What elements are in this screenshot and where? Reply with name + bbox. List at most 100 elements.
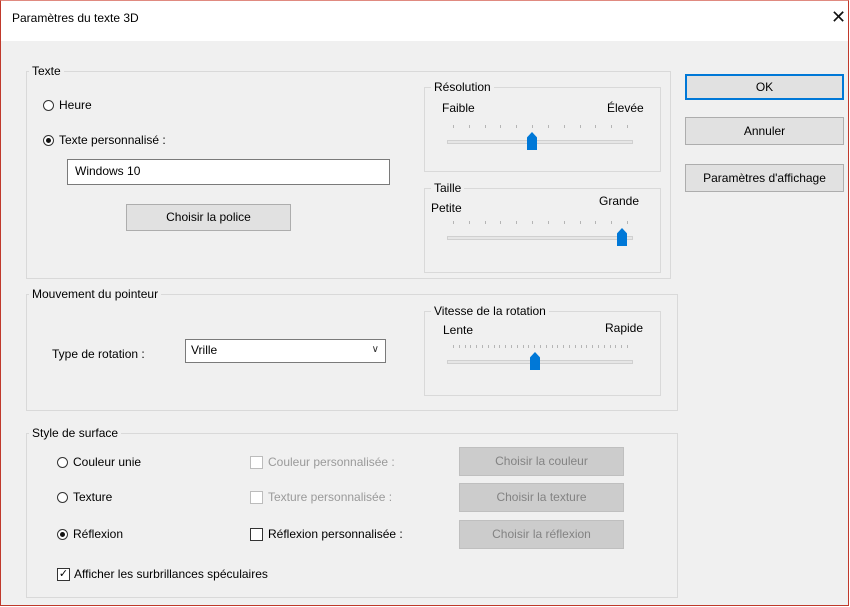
rotation-type-select[interactable]: Vrille ∨ [185, 339, 386, 363]
slider-tick [604, 345, 605, 348]
slider-tick [552, 345, 553, 348]
slider-tick [611, 125, 612, 128]
slider-tick [586, 345, 587, 348]
rotation-type-value: Vrille [191, 343, 218, 357]
slider-tick [595, 125, 596, 128]
cancel-label: Annuler [743, 124, 786, 138]
slider-tick [516, 221, 517, 224]
slider-tick [516, 125, 517, 128]
size-slider[interactable] [447, 217, 633, 247]
choose-texture-button[interactable]: Choisir la texture [459, 483, 624, 512]
radio-custom-text[interactable] [43, 135, 54, 146]
slider-tick [511, 345, 512, 348]
slider-thumb[interactable] [530, 352, 540, 370]
rotation-speed-slider[interactable] [447, 341, 633, 371]
display-settings-button[interactable]: Paramètres d'affichage [685, 164, 844, 192]
choose-font-label: Choisir la police [166, 210, 251, 224]
slider-tick [540, 345, 541, 348]
custom-reflection-checkbox[interactable] [250, 528, 263, 541]
slider-thumb[interactable] [617, 228, 627, 246]
slider-tick [610, 345, 611, 348]
radio-solid-color-label[interactable]: Couleur unie [73, 455, 141, 469]
radio-reflection[interactable] [57, 529, 68, 540]
title-bar: Paramètres du texte 3D ✕ [1, 1, 848, 41]
resolution-slider[interactable] [447, 121, 633, 151]
slider-tick [470, 345, 471, 348]
custom-color-label[interactable]: Couleur personnalisée : [268, 455, 395, 469]
radio-solid-color[interactable] [57, 457, 68, 468]
slider-tick [485, 221, 486, 224]
slider-tick [595, 221, 596, 224]
resolution-low-label: Faible [442, 101, 475, 115]
radio-time[interactable] [43, 100, 54, 111]
radio-time-label[interactable]: Heure [59, 98, 92, 112]
slider-tick [548, 221, 549, 224]
slider-tick [465, 345, 466, 348]
slider-tick [546, 345, 547, 348]
rotation-speed-high-label: Rapide [605, 321, 644, 335]
custom-texture-checkbox[interactable] [250, 491, 263, 504]
slider-tick [580, 221, 581, 224]
slider-tick [581, 345, 582, 348]
rotation-type-label: Type de rotation : [52, 347, 145, 361]
size-low-label: Petite [431, 201, 462, 215]
slider-tick [482, 345, 483, 348]
slider-tick [627, 125, 628, 128]
slider-tick [500, 221, 501, 224]
slider-tick [611, 221, 612, 224]
pointer-group-label: Mouvement du pointeur [29, 287, 162, 301]
choose-color-label: Choisir la couleur [495, 454, 588, 468]
choose-color-button[interactable]: Choisir la couleur [459, 447, 624, 476]
radio-custom-text-label[interactable]: Texte personnalisé : [59, 133, 166, 147]
close-icon[interactable]: ✕ [831, 5, 846, 29]
radio-texture-label[interactable]: Texture [73, 490, 112, 504]
slider-tick [564, 221, 565, 224]
slider-tick [453, 221, 454, 224]
slider-tick [532, 125, 533, 128]
cancel-button[interactable]: Annuler [685, 117, 844, 145]
slider-tick [505, 345, 506, 348]
slider-thumb[interactable] [527, 132, 537, 150]
slider-tick [453, 345, 454, 348]
custom-color-checkbox[interactable] [250, 456, 263, 469]
slider-tick [523, 345, 524, 348]
slider-track[interactable] [447, 236, 633, 240]
specular-label[interactable]: Afficher les surbrillances spéculaires [74, 567, 268, 581]
slider-tick [564, 125, 565, 128]
resolution-high-label: Élevée [607, 101, 644, 115]
surface-group-label: Style de surface [29, 426, 122, 440]
slider-tick [598, 345, 599, 348]
slider-track[interactable] [447, 360, 633, 364]
slider-tick [485, 125, 486, 128]
slider-tick [548, 125, 549, 128]
choose-font-button[interactable]: Choisir la police [126, 204, 291, 231]
slider-tick [494, 345, 495, 348]
custom-text-input[interactable]: Windows 10 [67, 159, 390, 185]
slider-tick [534, 345, 535, 348]
specular-checkbox[interactable]: ✓ [57, 568, 70, 581]
custom-reflection-label[interactable]: Réflexion personnalisée : [268, 527, 403, 541]
radio-reflection-label[interactable]: Réflexion [73, 527, 123, 541]
slider-tick [469, 221, 470, 224]
ok-label: OK [755, 80, 774, 94]
slider-tick [459, 345, 460, 348]
slider-tick [615, 345, 616, 348]
slider-tick [557, 345, 558, 348]
choose-texture-label: Choisir la texture [496, 490, 587, 504]
slider-tick [627, 345, 628, 348]
slider-tick [592, 345, 593, 348]
radio-texture[interactable] [57, 492, 68, 503]
dialog-window: Paramètres du texte 3D ✕ Texte Heure Tex… [0, 0, 849, 606]
slider-tick [627, 221, 628, 224]
slider-tick [580, 125, 581, 128]
resolution-label: Résolution [431, 80, 494, 94]
custom-texture-label[interactable]: Texture personnalisée : [268, 490, 392, 504]
choose-reflection-button[interactable]: Choisir la réflexion [459, 520, 624, 549]
slider-tick [569, 345, 570, 348]
slider-track[interactable] [447, 140, 633, 144]
slider-tick [517, 345, 518, 348]
size-label: Taille [431, 181, 465, 195]
dialog-title: Paramètres du texte 3D [12, 11, 139, 25]
rotation-speed-low-label: Lente [443, 323, 474, 337]
ok-button[interactable]: OK [685, 74, 844, 100]
